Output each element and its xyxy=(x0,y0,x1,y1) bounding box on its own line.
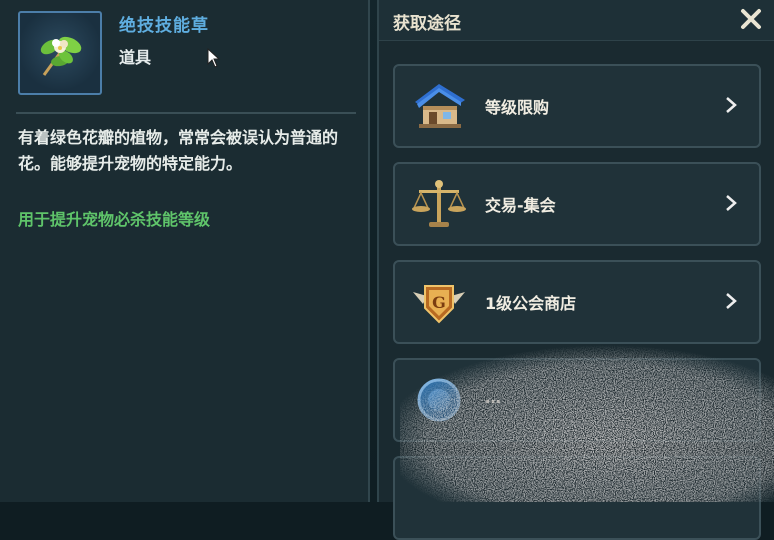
close-icon[interactable] xyxy=(738,6,764,32)
source-label: 交易-集会 xyxy=(485,196,556,215)
chevron-right-icon xyxy=(726,293,737,309)
item-description: 有着绿色花瓣的植物，常常会被误认为普通的花。能够提升宠物的特定能力。 xyxy=(18,128,339,173)
item-icon-slot xyxy=(18,11,102,95)
svg-text:G: G xyxy=(432,293,446,312)
item-type: 道具 xyxy=(119,48,152,67)
source-guild-shop-button[interactable]: G 1级公会商店 xyxy=(393,260,761,344)
source-label: 1级公会商店 xyxy=(485,294,577,313)
sources-title: 获取途径 xyxy=(393,14,461,34)
house-icon xyxy=(415,84,465,128)
source-item-obscured[interactable]: … xyxy=(393,358,761,442)
chevron-right-icon xyxy=(726,195,737,211)
source-trade-market-button[interactable]: 交易-集会 xyxy=(393,162,761,246)
leaf-flower-icon xyxy=(40,36,82,76)
source-level-purchase-button[interactable]: 等级限购 xyxy=(393,64,761,148)
scales-icon xyxy=(412,180,466,227)
acquire-sources-panel: 获取途径 等级限购 交易-集会 G 1级公会商店 … xyxy=(377,0,774,540)
sources-header: 获取途径 xyxy=(379,0,774,41)
guild-g-badge-icon: G xyxy=(413,285,465,324)
source-item-cut-off[interactable] xyxy=(393,456,761,540)
item-name: 绝技技能草 xyxy=(119,16,209,36)
item-effect: 用于提升宠物必杀技能等级 xyxy=(18,210,211,229)
blue-orb-icon xyxy=(417,378,461,422)
item-detail-panel: 绝技技能草 道具 有着绿色花瓣的植物，常常会被误认为普通的花。能够提升宠物的特定… xyxy=(0,0,370,502)
game-screen: 绝技技能草 道具 有着绿色花瓣的植物，常常会被误认为普通的花。能够提升宠物的特定… xyxy=(0,0,774,540)
source-label: … xyxy=(485,388,501,407)
divider xyxy=(16,112,356,114)
source-label: 等级限购 xyxy=(485,98,550,117)
mouse-cursor-icon xyxy=(207,48,221,68)
chevron-right-icon xyxy=(726,97,737,113)
